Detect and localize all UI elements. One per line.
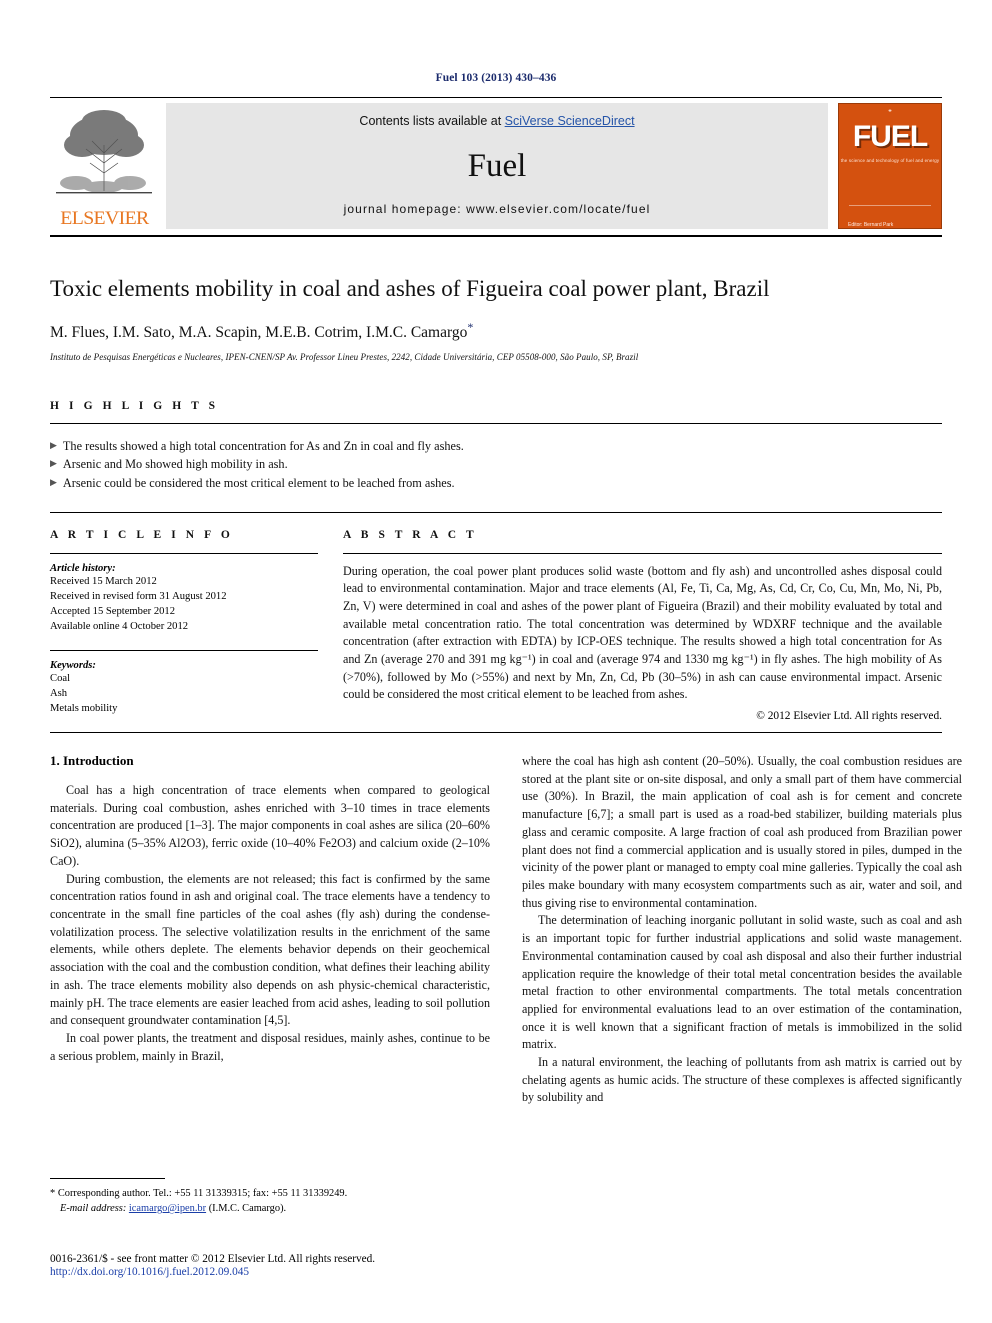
abstract-rule xyxy=(343,552,942,554)
elsevier-logo: ELSEVIER xyxy=(50,103,158,229)
keyword-item: Coal xyxy=(50,672,71,684)
journal-title: Fuel xyxy=(467,147,527,184)
bullet-arrow-icon: ▶ xyxy=(50,458,57,469)
article-info-column: A R T I C L E I N F O Article history: R… xyxy=(50,529,318,722)
body-columns: 1. Introduction Coal has a high concentr… xyxy=(50,753,962,1107)
journal-homepage[interactable]: journal homepage: www.elsevier.com/locat… xyxy=(344,202,651,216)
email-owner: (I.M.C. Camargo). xyxy=(208,1203,287,1215)
email-link[interactable]: icamargo@ipen.br xyxy=(129,1203,206,1214)
abstract-end-rule xyxy=(50,732,942,734)
info-abstract-row: A R T I C L E I N F O Article history: R… xyxy=(50,529,942,722)
page-footer: 0016-2361/$ - see front matter © 2012 El… xyxy=(50,1253,570,1278)
footnote-rule xyxy=(50,1178,165,1179)
history-received: Received 15 March 2012 xyxy=(50,575,157,587)
email-note: E-mail address: icamargo@ipen.br (I.M.C.… xyxy=(50,1201,490,1216)
paragraph: The determination of leaching inorganic … xyxy=(522,913,962,1052)
highlight-text: Arsenic could be considered the most cri… xyxy=(62,476,455,491)
elsevier-mark-icon xyxy=(888,109,892,112)
email-label: E-mail address: xyxy=(60,1203,127,1215)
list-item: ▶ Arsenic could be considered the most c… xyxy=(50,474,942,493)
running-head: Fuel 103 (2013) 430–436 xyxy=(435,72,557,84)
keywords-heading: Keywords: xyxy=(50,659,96,671)
article-info-rule xyxy=(50,552,318,554)
keyword-item: Ash xyxy=(50,687,68,699)
paragraph: In a natural environment, the leaching o… xyxy=(522,1055,962,1105)
section-heading-introduction: 1. Introduction xyxy=(50,753,134,769)
author-names: M. Flues, I.M. Sato, M.A. Scapin, M.E.B.… xyxy=(50,323,468,341)
affiliation: Instituto de Pesquisas Energéticas e Nuc… xyxy=(50,351,639,362)
highlights-heading: H I G H L I G H T S xyxy=(50,399,219,412)
sciencedirect-link[interactable]: SciVerse ScienceDirect xyxy=(505,114,635,128)
cover-footer-text: Editor: Bernard Park xyxy=(848,222,894,228)
elsevier-tree-icon xyxy=(56,110,152,194)
highlights-end-rule xyxy=(50,511,942,513)
banner-bottom-rule xyxy=(50,235,942,237)
corresponding-author-note: * Corresponding author. Tel.: +55 11 313… xyxy=(50,1186,490,1201)
journal-cover-thumbnail: FUEL the science and technology of fuel … xyxy=(838,103,942,229)
history-revised: Received in revised form 31 August 2012 xyxy=(50,590,227,602)
abstract-heading: A B S T R A C T xyxy=(343,528,478,541)
page-title: Toxic elements mobility in coal and ashe… xyxy=(50,276,770,301)
body-column-left: 1. Introduction Coal has a high concentr… xyxy=(50,753,490,1107)
elsevier-wordmark: ELSEVIER xyxy=(59,208,149,229)
keyword-item: Metals mobility xyxy=(50,703,118,714)
history-online: Available online 4 October 2012 xyxy=(50,620,189,632)
keywords-rule xyxy=(50,649,318,651)
highlight-text: Arsenic and Mo showed high mobility in a… xyxy=(62,457,288,472)
author-list: M. Flues, I.M. Sato, M.A. Scapin, M.E.B.… xyxy=(50,320,942,342)
history-accepted: Accepted 15 September 2012 xyxy=(50,605,176,617)
paragraph: Coal has a high concentration of trace e… xyxy=(50,783,490,868)
issn-copyright-line: 0016-2361/$ - see front matter © 2012 El… xyxy=(50,1253,376,1265)
footnote-marker: * xyxy=(50,1188,56,1199)
corresponding-author-marker: * xyxy=(467,319,474,334)
banner-center: Contents lists available at SciVerse Sci… xyxy=(166,103,828,229)
abstract-column: A B S T R A C T During operation, the co… xyxy=(343,529,942,722)
body-column-right: where the coal has high ash content (20–… xyxy=(522,753,962,1107)
highlights-section: H I G H L I G H T S ▶ The results showed… xyxy=(50,400,942,513)
highlight-text: The results showed a high total concentr… xyxy=(62,438,464,453)
journal-banner: ELSEVIER Contents lists available at Sci… xyxy=(50,103,942,229)
abstract-copyright: © 2012 Elsevier Ltd. All rights reserved… xyxy=(756,710,942,723)
corresponding-author-text: Corresponding author. Tel.: +55 11 31339… xyxy=(57,1188,348,1199)
paragraph: During combustion, the elements are not … xyxy=(50,871,490,1028)
paragraph: In coal power plants, the treatment and … xyxy=(50,1030,490,1063)
footnote-block: * Corresponding author. Tel.: +55 11 313… xyxy=(50,1178,490,1216)
doi-link[interactable]: http://dx.doi.org/10.1016/j.fuel.2012.09… xyxy=(50,1266,570,1278)
banner-top-rule xyxy=(50,97,942,98)
paragraph: where the coal has high ash content (20–… xyxy=(522,754,962,910)
list-item: ▶ The results showed a high total concen… xyxy=(50,437,942,456)
cover-wordmark: FUEL xyxy=(852,120,928,153)
list-item: ▶ Arsenic and Mo showed high mobility in… xyxy=(50,455,942,474)
highlights-list: ▶ The results showed a high total concen… xyxy=(50,437,942,493)
article-history-heading: Article history: xyxy=(50,562,116,574)
cover-divider xyxy=(849,205,931,206)
abstract-text: During operation, the coal power plant p… xyxy=(343,563,942,702)
cover-subtitle: the science and technology of fuel and e… xyxy=(840,158,940,163)
bullet-arrow-icon: ▶ xyxy=(50,439,57,450)
highlights-rule xyxy=(50,422,942,424)
bullet-arrow-icon: ▶ xyxy=(50,477,57,488)
article-info-heading: A R T I C L E I N F O xyxy=(50,528,234,541)
contents-available-line: Contents lists available at SciVerse Sci… xyxy=(359,114,634,128)
contents-prefix: Contents lists available at xyxy=(359,114,505,128)
